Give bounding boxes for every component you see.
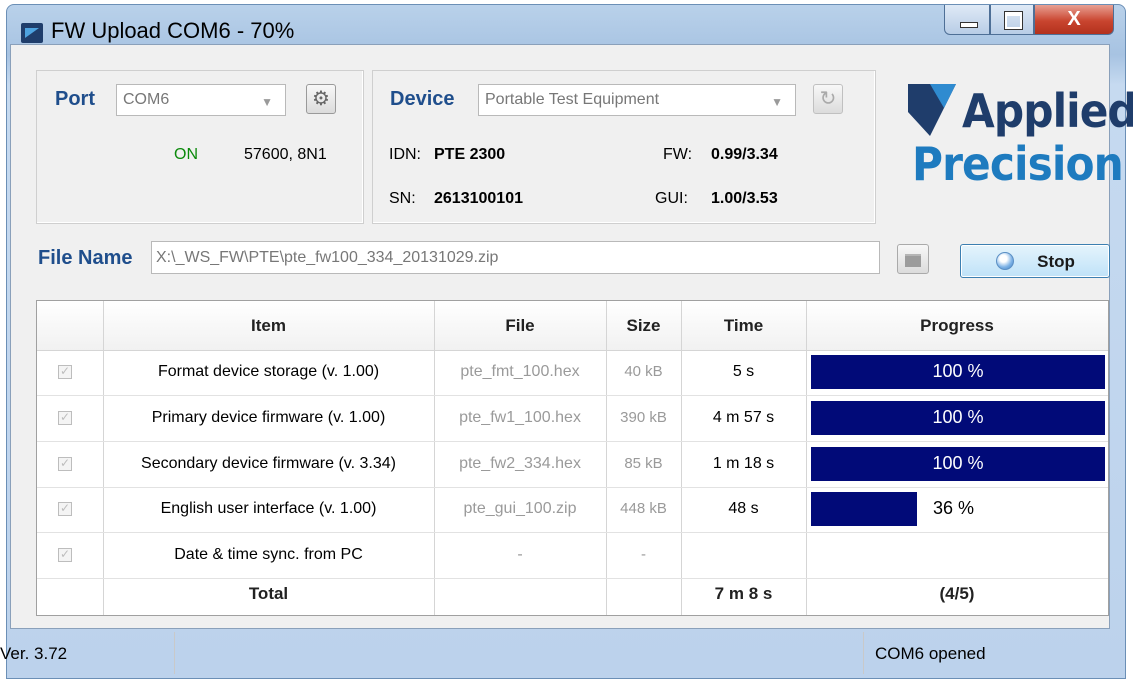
item-cell: Format device storage (v. 1.00) [157,363,380,380]
time-cell: 1 m 18 s [712,455,775,472]
fw-label: FW: [663,146,693,163]
progress-bar-fill [811,492,917,526]
device-select-value: Portable Test Equipment [485,91,660,108]
file-cell: pte_fw2_334.hex [459,455,581,472]
row-divider [37,487,1108,488]
total-time: 7 m 8 s [714,584,773,603]
device-select[interactable]: Portable Test Equipment ▼ [478,84,796,116]
time-cell: 4 m 57 s [712,409,775,426]
header-time: Time [723,316,764,335]
file-cell: - [517,546,523,563]
sn-value: 2613100101 [434,190,523,207]
window-title: FW Upload COM6 - 70% [51,18,295,43]
minimize-icon [960,22,978,28]
row-checkbox[interactable]: ✓ [58,411,72,425]
header-progress: Progress [920,316,994,335]
port-select[interactable]: COM6 ▼ [116,84,286,116]
device-label: Device [390,88,455,110]
size-cell: 85 kB [624,455,663,472]
port-settings-button[interactable]: ⚙ [306,84,336,114]
gui-label: GUI: [655,190,688,207]
maximize-button[interactable] [990,5,1034,35]
file-path-field[interactable]: X:\_WS_FW\PTE\pte_fw100_334_20131029.zip [151,241,880,274]
file-cell: pte_gui_100.zip [463,500,577,517]
time-cell: 5 s [732,363,755,380]
item-cell: Date & time sync. from PC [174,546,363,563]
stop-button[interactable]: Stop [960,244,1110,278]
refresh-icon: ↻ [819,88,837,110]
browse-folder-button[interactable] [897,244,929,274]
status-divider [863,632,864,674]
idn-label: IDN: [389,146,421,163]
row-divider [37,532,1108,533]
row-divider [37,395,1108,396]
folder-icon [905,254,921,267]
size-cell: 40 kB [624,363,663,380]
row-divider [37,578,1108,579]
progress-text: 100 % [932,453,984,473]
time-cell: 48 s [728,500,759,517]
upload-table: Item File Size Time Progress ✓ Format dev… [36,300,1109,616]
item-cell: Secondary device firmware (v. 3.34) [141,455,396,472]
row-checkbox[interactable]: ✓ [58,502,72,516]
file-name-label: File Name [38,247,133,269]
header-item: Item [251,316,286,335]
progress-text: 100 % [932,361,984,381]
status-message: COM6 opened [875,644,986,663]
header-size: Size [626,316,661,335]
progress-text: 100 % [932,407,984,427]
item-cell: English user interface (v. 1.00) [160,500,377,517]
minimize-button[interactable] [944,5,990,35]
fw-value: 0.99/3.34 [711,146,778,163]
row-checkbox[interactable]: ✓ [58,457,72,471]
file-cell: pte_fmt_100.hex [460,363,580,380]
progress-text: 36 % [933,498,975,518]
header-file: File [505,316,535,335]
logo-text-precision: Precision [912,137,1124,191]
port-status: ON [174,146,198,163]
item-cell: Primary device firmware (v. 1.00) [151,409,386,426]
chevron-down-icon: ▼ [261,95,273,109]
size-cell: - [641,546,646,563]
logo-text-applied: Applied [962,84,1133,138]
stop-label: Stop [1037,252,1075,271]
port-label: Port [55,88,95,110]
maximize-icon [1004,11,1023,30]
row-divider [37,441,1108,442]
port-settings-text: 57600, 8N1 [244,146,327,163]
total-label: Total [248,584,289,603]
version-text: Ver. 3.72 [0,644,68,663]
close-button[interactable]: X [1034,5,1114,35]
idn-value: PTE 2300 [434,146,506,163]
chevron-down-icon: ▼ [771,95,783,109]
file-cell: pte_fw1_100.hex [459,409,581,426]
app-icon [21,23,43,43]
gear-icon: ⚙ [312,88,330,110]
port-select-value: COM6 [123,91,170,108]
status-divider [174,632,175,674]
gui-value: 1.00/3.53 [711,190,778,207]
status-bar: Ver. 3.72 COM6 opened [0,632,1108,674]
row-checkbox[interactable]: ✓ [58,548,72,562]
total-progress: (4/5) [939,584,975,603]
close-icon: X [1067,8,1081,30]
size-cell: 390 kB [620,409,667,426]
applied-precision-logo-mark [908,84,956,136]
sn-label: SN: [389,190,416,207]
device-refresh-button[interactable]: ↻ [813,84,843,114]
row-checkbox[interactable]: ✓ [58,365,72,379]
size-cell: 448 kB [620,500,667,517]
